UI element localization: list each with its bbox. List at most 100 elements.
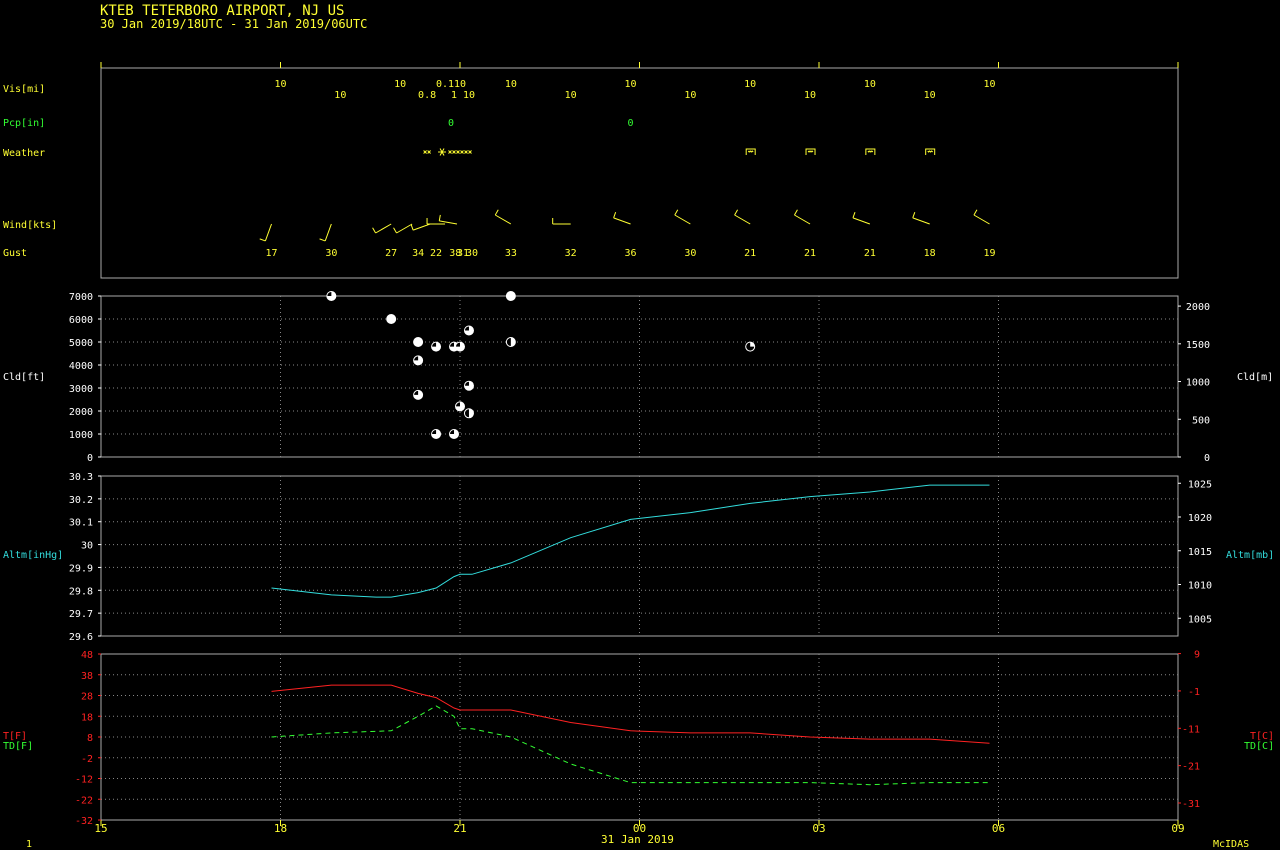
gust-value: 30 [325,248,337,259]
time-tick-label: 09 [1171,822,1184,835]
time-tick-label: 06 [992,822,1005,835]
wind-barb-flag [852,212,856,219]
cloud-cover-marker [745,341,756,352]
wind-barb-shaft [674,214,691,225]
altimeter-line [271,484,990,598]
snow-weather-symbol [438,148,447,156]
line-series-layer [271,484,990,786]
y-tick-label: 30 [81,541,93,552]
wind-barb [372,223,392,234]
y-tick-label: 29.8 [69,586,93,597]
y-tick-label: -32 [75,816,93,827]
wind-barb-shaft [412,223,431,231]
y-tick-label-right: 1005 [1188,614,1212,625]
temperature-line [271,684,990,744]
y-tick-label-right: 1500 [1186,340,1210,351]
wind-barb-shaft [375,223,392,234]
wind-barb-shaft [794,214,811,225]
vis-value: 10 [565,90,577,101]
time-tick-label: 18 [274,822,287,835]
cloud-cover-marker [413,389,424,400]
cloud-cover-marker [455,341,465,352]
y-tick-label: 48 [81,650,93,661]
fog-wave-mark [807,150,814,153]
wind-barb-shaft [734,214,751,225]
axis-tick-layer: 15 18 21 00 03 06 0901000200030004000500060007… [69,62,1212,835]
vis-value: 0.8 [418,90,436,101]
y-tick-label-right: 1025 [1188,479,1212,490]
wind-barb [552,218,571,225]
y-tick-label: 3000 [69,384,93,395]
vis-value: 10 [334,90,346,101]
wind-barb [674,209,691,225]
wind-barb-flag [613,212,617,219]
weather-label: Weather [3,148,45,159]
vis-value: 10 [454,79,466,90]
wind-barb [613,212,631,225]
gust-label: Gust [3,248,27,259]
cloud-cover-marker [463,408,474,419]
dewpoint-line [271,705,990,786]
fog-weather-symbol [865,148,876,155]
y-tick-label-right: -1 [1188,687,1200,698]
wind-barb-shaft [973,214,990,225]
wind-barb-flag [794,209,798,216]
vis-value: 10 [924,90,936,101]
wind-barb-shaft [852,217,871,225]
vis-value: 10 [394,79,406,90]
fog-weather-symbol [925,148,936,155]
wind-barb-flag [372,227,377,234]
y-tick-label: 30.1 [69,518,93,529]
wind-barb-flag [259,238,266,242]
wind-barb-shaft [613,217,631,225]
time-tick-label: 21 [453,822,466,835]
time-period: 30 Jan 2019/18UTC - 31 Jan 2019/06UTC [100,17,367,31]
gust-value: 30 [466,248,478,259]
dewpt-left-axis-label: TD[F] [3,741,33,752]
altimeter-left-axis-label: Altm[inHg] [3,550,63,561]
cloud-cover-marker [463,380,474,391]
vis-value: 10 [984,79,996,90]
wind-barb [259,223,272,242]
y-tick-label: 4000 [69,361,93,372]
cloud-cover-marker [455,401,465,412]
wind-barb-flag [734,209,739,216]
wind-barb-flag [912,212,916,219]
cloud-cover-marker [505,337,516,347]
wind-barb-flag [438,214,441,221]
cloud-circle [386,314,397,324]
observation-layer: 1010100.80.1110101010101010101010100 017 3… [259,79,996,259]
wind-barb [319,223,332,242]
wind-barb-flag [674,209,679,216]
y-tick-label-right: 2000 [1186,302,1210,313]
wind-barb [494,209,512,225]
cloud-cover-marker [431,341,442,352]
cloud-circle [505,291,516,301]
wind-barb [734,209,751,225]
y-tick-label: 18 [81,712,93,723]
obs-panel-frame [100,67,1179,279]
y-tick-label-right: 1020 [1188,513,1212,524]
pcp-value: 0 [448,118,454,129]
wind-barb-shaft [495,214,512,225]
y-tick-label: 38 [81,671,93,682]
gust-value: 30 [684,248,696,259]
gust-value: 22 [430,248,442,259]
y-tick-label-right: -31 [1182,799,1200,810]
wind-barb-shaft [396,223,413,234]
wind-barb [393,223,413,234]
y-tick-label: 29.9 [69,563,93,574]
gust-value: 21 [864,248,876,259]
y-tick-label: 2000 [69,407,93,418]
vis-label: Vis[mi] [3,84,45,95]
cloud-fill [750,342,755,347]
wind-barb [912,212,930,225]
y-tick-label-right: 500 [1192,415,1210,426]
vis-value: 10 [804,90,816,101]
wind-label: Wind[kts] [3,220,57,231]
y-tick-label: 28 [81,692,93,703]
cloud-cover-marker [505,291,516,301]
y-tick-label-right: -11 [1182,724,1200,735]
dewpt-right-axis-label: TD[C] [1244,741,1274,752]
vis-value: 10 [684,90,696,101]
